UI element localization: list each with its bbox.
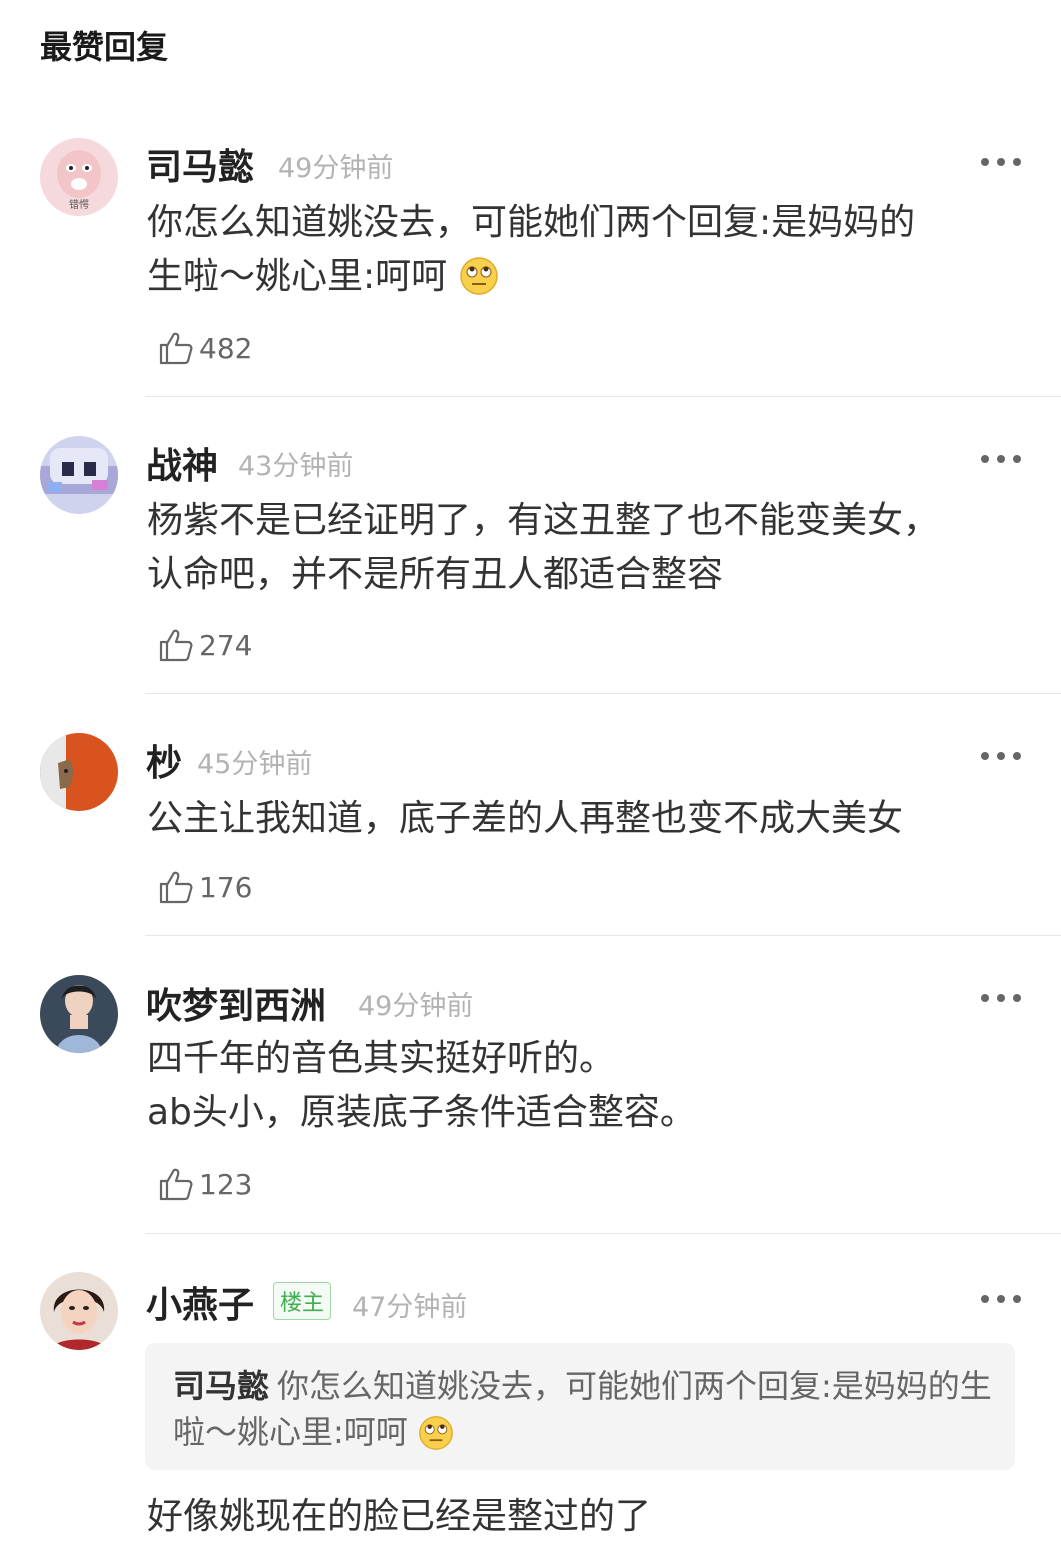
comment-text: 好像姚现在的脸已经是整过的了 bbox=[147, 1496, 652, 1537]
quoted-text: 司马懿 你怎么知道姚没去，可能她们两个回复:是妈妈的生啦～姚心里:呵呵 bbox=[173, 1363, 1003, 1463]
username[interactable]: 小燕子 bbox=[146, 1276, 254, 1328]
avatar[interactable] bbox=[40, 1272, 118, 1350]
username[interactable]: 战神 bbox=[146, 437, 218, 489]
eye-roll-emoji bbox=[418, 1415, 454, 1463]
comment-text: 公主让我知道，底子差的人再整也变不成大美女 bbox=[147, 798, 904, 839]
avatar[interactable] bbox=[40, 436, 118, 514]
eye-roll-emoji bbox=[459, 256, 499, 312]
author-badge: 楼主 bbox=[273, 1282, 332, 1320]
more-dots-icon[interactable] bbox=[981, 152, 1021, 172]
timestamp: 45分钟前 bbox=[197, 749, 313, 780]
svg-text:错愕: 错愕 bbox=[69, 198, 89, 211]
more-dots-icon[interactable] bbox=[981, 746, 1021, 766]
avatar[interactable] bbox=[40, 733, 118, 811]
comment-text: 你怎么知道姚没去，可能她们两个回复:是妈妈的 生啦～姚心里:呵呵 bbox=[147, 196, 1017, 312]
divider bbox=[145, 1233, 1061, 1234]
like-count: 176 bbox=[199, 870, 253, 904]
avatar[interactable] bbox=[40, 975, 118, 1053]
like-count: 482 bbox=[199, 331, 253, 365]
like-count: 274 bbox=[199, 628, 253, 662]
comment-text: 四千年的音色其实挺好听的。 ab头小，原装底子条件适合整容。 bbox=[147, 1038, 696, 1133]
timestamp: 43分钟前 bbox=[238, 451, 354, 482]
quoted-username[interactable]: 司马懿 bbox=[173, 1367, 269, 1405]
thumbs-up-icon bbox=[159, 332, 193, 365]
timestamp: 47分钟前 bbox=[352, 1292, 468, 1323]
timestamp: 49分钟前 bbox=[358, 991, 474, 1022]
more-dots-icon[interactable] bbox=[981, 1289, 1021, 1309]
thumbs-up-icon bbox=[159, 629, 193, 662]
thumbs-up-icon bbox=[159, 871, 193, 904]
section-title: 最赞回复 bbox=[40, 28, 169, 66]
like-button[interactable]: 482 bbox=[157, 328, 252, 368]
timestamp: 49分钟前 bbox=[278, 153, 394, 184]
like-count: 123 bbox=[199, 1167, 253, 1201]
comment-text: 杨紫不是已经证明了，有这丑整了也不能变美女， 认命吧，并不是所有丑人都适合整容 bbox=[147, 500, 940, 595]
like-button[interactable]: 123 bbox=[157, 1164, 252, 1204]
like-button[interactable]: 274 bbox=[157, 625, 252, 665]
more-dots-icon[interactable] bbox=[981, 449, 1021, 469]
divider bbox=[145, 935, 1061, 936]
divider bbox=[145, 693, 1061, 694]
username[interactable]: 杪 bbox=[146, 734, 182, 786]
username[interactable]: 司马懿 bbox=[146, 138, 254, 190]
thumbs-up-icon bbox=[159, 1168, 193, 1201]
divider bbox=[145, 396, 1061, 397]
quoted-reply[interactable]: 司马懿 你怎么知道姚没去，可能她们两个回复:是妈妈的生啦～姚心里:呵呵 bbox=[145, 1343, 1015, 1470]
like-button[interactable]: 176 bbox=[157, 867, 252, 907]
avatar[interactable]: 错愕 bbox=[40, 138, 118, 216]
more-dots-icon[interactable] bbox=[981, 988, 1021, 1008]
username[interactable]: 吹梦到西洲 bbox=[146, 977, 326, 1029]
